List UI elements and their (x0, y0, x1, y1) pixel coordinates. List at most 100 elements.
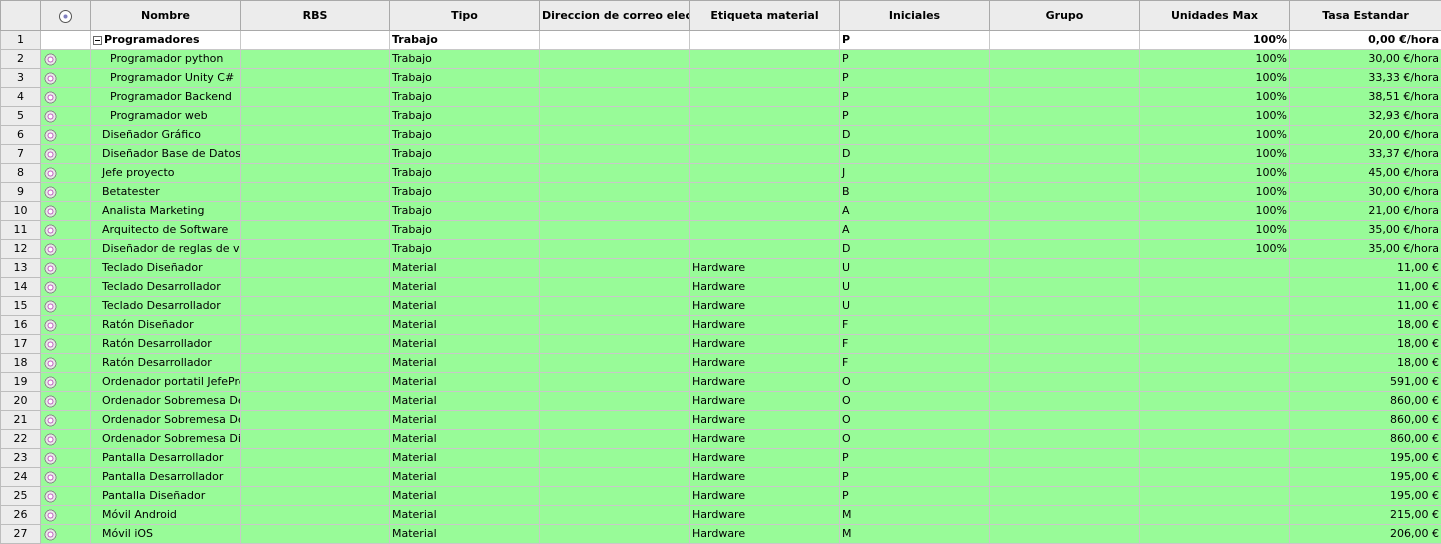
cell-rbs[interactable] (240, 429, 390, 449)
table-row[interactable]: 22 Ordenador Sobremesa Diseñ Material Hardw… (0, 429, 1441, 449)
table-row[interactable]: 7 Diseñador Base de Datos Trabajo D 100% 33,3… (0, 144, 1441, 164)
row-number[interactable]: 7 (0, 144, 41, 164)
table-row[interactable]: 15 Teclado Desarrollador Material Hardware U… (0, 296, 1441, 316)
cell-tipo[interactable]: Trabajo (389, 106, 540, 126)
cell-iniciales[interactable]: D (839, 125, 990, 145)
indicator-cell[interactable] (40, 372, 91, 392)
cell-nombre[interactable]: Móvil Android (90, 505, 241, 525)
table-row[interactable]: 11 Arquitecto de Software Trabajo A 100% 35,0… (0, 220, 1441, 240)
table-row[interactable]: 19 Ordenador portatil JefeProje Material Ha… (0, 372, 1441, 392)
row-number[interactable]: 3 (0, 68, 41, 88)
cell-unidades[interactable]: 100% (1139, 125, 1290, 145)
cell-unidades[interactable]: 100% (1139, 68, 1290, 88)
cell-tasa[interactable]: 33,33 €/hora (1289, 68, 1441, 88)
cell-nombre[interactable]: Diseñador Base de Datos (90, 144, 241, 164)
indicator-cell[interactable] (40, 201, 91, 221)
indicator-cell[interactable] (40, 391, 91, 411)
indicator-cell[interactable] (40, 144, 91, 164)
row-number[interactable]: 13 (0, 258, 41, 278)
cell-unidades[interactable] (1139, 315, 1290, 335)
cell-nombre[interactable]: Pantalla Desarrollador (90, 448, 241, 468)
cell-unidades[interactable] (1139, 296, 1290, 316)
cell-tasa[interactable]: 18,00 € (1289, 353, 1441, 373)
row-number[interactable]: 17 (0, 334, 41, 354)
cell-grupo[interactable] (989, 277, 1140, 297)
indicator-cell[interactable] (40, 258, 91, 278)
indicator-cell[interactable] (40, 353, 91, 373)
cell-etiqueta[interactable]: Hardware (689, 391, 840, 411)
cell-etiqueta[interactable] (689, 30, 840, 50)
cell-unidades[interactable]: 100% (1139, 49, 1290, 69)
cell-rbs[interactable] (240, 505, 390, 525)
table-row[interactable]: 3 Programador Unity C# Trabajo P 100% 33,33 €… (0, 68, 1441, 88)
cell-tasa[interactable]: 21,00 €/hora (1289, 201, 1441, 221)
row-number[interactable]: 8 (0, 163, 41, 183)
row-number[interactable]: 2 (0, 49, 41, 69)
cell-tipo[interactable]: Material (389, 448, 540, 468)
table-row[interactable]: 9 Betatester Trabajo B 100% 30,00 €/hora (0, 182, 1441, 202)
cell-unidades[interactable] (1139, 372, 1290, 392)
cell-iniciales[interactable]: O (839, 372, 990, 392)
cell-iniciales[interactable]: O (839, 410, 990, 430)
cell-grupo[interactable] (989, 30, 1140, 50)
cell-unidades[interactable] (1139, 448, 1290, 468)
cell-rbs[interactable] (240, 144, 390, 164)
cell-tipo[interactable]: Material (389, 296, 540, 316)
cell-nombre[interactable]: Ordenador Sobremesa Desar (90, 410, 241, 430)
cell-iniciales[interactable]: P (839, 68, 990, 88)
cell-nombre[interactable]: Analista Marketing (90, 201, 241, 221)
cell-rbs[interactable] (240, 125, 390, 145)
cell-iniciales[interactable]: P (839, 49, 990, 69)
indicator-cell[interactable] (40, 239, 91, 259)
cell-correo[interactable] (539, 410, 690, 430)
corner-cell[interactable] (0, 0, 41, 31)
table-row[interactable]: 16 Ratón Diseñador Material Hardware F 18,00 … (0, 315, 1441, 335)
cell-unidades[interactable]: 100% (1139, 239, 1290, 259)
table-row[interactable]: 25 Pantalla Diseñador Material Hardware P 195… (0, 486, 1441, 506)
cell-grupo[interactable] (989, 182, 1140, 202)
cell-tipo[interactable]: Trabajo (389, 182, 540, 202)
cell-tasa[interactable]: 18,00 € (1289, 315, 1441, 335)
cell-grupo[interactable] (989, 505, 1140, 525)
table-row[interactable]: 20 Ordenador Sobremesa Desar Material Hardw… (0, 391, 1441, 411)
cell-tasa[interactable]: 32,93 €/hora (1289, 106, 1441, 126)
cell-tipo[interactable]: Trabajo (389, 30, 540, 50)
cell-correo[interactable] (539, 505, 690, 525)
cell-rbs[interactable] (240, 106, 390, 126)
cell-correo[interactable] (539, 372, 690, 392)
cell-tipo[interactable]: Material (389, 486, 540, 506)
column-header-correo[interactable]: Direccion de correo elec… (539, 0, 690, 31)
cell-grupo[interactable] (989, 334, 1140, 354)
cell-etiqueta[interactable]: Hardware (689, 372, 840, 392)
cell-correo[interactable] (539, 220, 690, 240)
cell-etiqueta[interactable] (689, 239, 840, 259)
indicator-cell[interactable] (40, 524, 91, 544)
cell-correo[interactable] (539, 486, 690, 506)
cell-nombre[interactable]: Programadores (90, 30, 241, 50)
cell-rbs[interactable] (240, 524, 390, 544)
table-row[interactable]: 18 Ratón Desarrollador Material Hardware F 18… (0, 353, 1441, 373)
cell-iniciales[interactable]: F (839, 334, 990, 354)
cell-nombre[interactable]: Ordenador Sobremesa Diseñ (90, 429, 241, 449)
cell-grupo[interactable] (989, 239, 1140, 259)
cell-etiqueta[interactable] (689, 49, 840, 69)
cell-correo[interactable] (539, 182, 690, 202)
cell-iniciales[interactable]: M (839, 505, 990, 525)
cell-grupo[interactable] (989, 486, 1140, 506)
table-row[interactable]: 4 Programador Backend Trabajo P 100% 38,51 €/… (0, 87, 1441, 107)
table-row[interactable]: 27 Móvil iOS Material Hardware M 206,00 € (0, 524, 1441, 544)
cell-etiqueta[interactable] (689, 87, 840, 107)
column-header-tasa[interactable]: Tasa Estandar (1289, 0, 1441, 31)
row-number[interactable]: 27 (0, 524, 41, 544)
cell-iniciales[interactable]: D (839, 239, 990, 259)
cell-correo[interactable] (539, 467, 690, 487)
cell-iniciales[interactable]: U (839, 258, 990, 278)
cell-unidades[interactable]: 100% (1139, 201, 1290, 221)
cell-etiqueta[interactable] (689, 144, 840, 164)
cell-tipo[interactable]: Material (389, 372, 540, 392)
cell-rbs[interactable] (240, 410, 390, 430)
cell-tipo[interactable]: Trabajo (389, 239, 540, 259)
cell-nombre[interactable]: Programador web (90, 106, 241, 126)
cell-iniciales[interactable]: J (839, 163, 990, 183)
cell-tasa[interactable]: 195,00 € (1289, 448, 1441, 468)
